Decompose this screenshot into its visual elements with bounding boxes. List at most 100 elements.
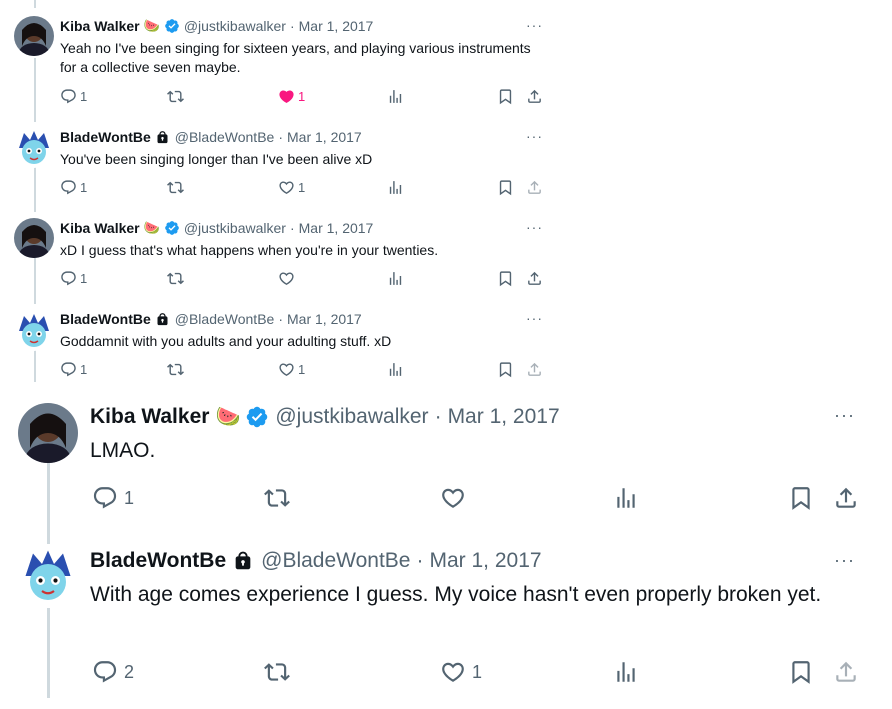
bookmark-button[interactable] [497,88,514,105]
handle[interactable]: @BladeWontBe [175,129,275,145]
retweet-button[interactable] [167,88,184,105]
display-name[interactable]: BladeWontBe [60,129,151,145]
more-options-icon[interactable]: ··· [834,550,855,571]
reply-button[interactable]: 1 [60,361,87,378]
views-button[interactable] [613,659,639,685]
retweet-button[interactable] [167,361,184,378]
handle[interactable]: @BladeWontBe [261,549,410,573]
timestamp[interactable]: Mar 1, 2017 [287,311,362,327]
timestamp[interactable]: Mar 1, 2017 [299,220,374,236]
reply-button[interactable]: 2 [92,659,134,685]
timestamp[interactable]: Mar 1, 2017 [287,129,362,145]
display-name[interactable]: BladeWontBe [90,549,226,573]
avatar[interactable] [18,403,78,463]
display-name[interactable]: Kiba Walker [60,220,140,236]
like-count: 1 [472,661,483,682]
bookmark-icon [497,179,514,196]
like-button[interactable] [440,485,466,511]
handle[interactable]: @justkibawalker [275,405,428,429]
like-button[interactable]: 1 [440,659,482,685]
bookmark-button[interactable] [788,485,814,511]
tweet[interactable]: Kiba Walker 🍉 @justkibawalker · Mar 1, 2… [0,0,892,120]
tweet[interactable]: Kiba Walker 🍉 @justkibawalker · Mar 1, 2… [0,393,892,536]
share-button[interactable] [833,485,859,511]
like-icon [440,485,466,511]
retweet-button[interactable] [167,270,184,287]
lock-icon [155,312,170,327]
like-count: 1 [298,89,306,104]
tweet[interactable]: Kiba Walker 🍉 @justkibawalker · Mar 1, 2… [0,212,892,304]
bookmark-button[interactable] [497,270,514,287]
reply-button[interactable]: 1 [60,270,87,287]
avatar[interactable] [14,16,54,56]
handle[interactable]: @justkibawalker [184,220,286,236]
like-button[interactable]: 1 [278,88,305,105]
tweet-header: BladeWontBe @BladeWontBe · Mar 1, 2017 [60,129,362,145]
watermelon-emoji: 🍉 [143,220,160,235]
more-options-icon[interactable]: ··· [526,310,543,326]
bookmark-button[interactable] [497,179,514,196]
separator: · [289,220,295,236]
avatar[interactable] [18,546,78,606]
views-button[interactable] [387,270,404,287]
avatar[interactable] [14,218,54,258]
like-icon [278,361,295,378]
more-options-icon[interactable]: ··· [526,17,543,33]
share-button[interactable] [526,179,543,196]
display-name[interactable]: BladeWontBe [60,311,151,327]
retweet-icon [264,485,290,511]
reply-icon [60,270,77,287]
like-count: 1 [298,180,306,195]
timestamp[interactable]: Mar 1, 2017 [299,18,374,34]
share-button[interactable] [526,270,543,287]
bookmark-button[interactable] [788,659,814,685]
display-name[interactable]: Kiba Walker [90,405,209,429]
like-button[interactable]: 1 [278,179,305,196]
avatar[interactable] [14,128,54,168]
handle[interactable]: @justkibawalker [184,18,286,34]
more-options-icon[interactable]: ··· [526,128,543,144]
tweet[interactable]: BladeWontBe @BladeWontBe · Mar 1, 2017 ·… [0,536,892,709]
views-button[interactable] [387,361,404,378]
reply-button[interactable]: 1 [92,485,134,511]
share-button[interactable] [526,361,543,378]
retweet-button[interactable] [264,659,290,685]
separator: · [416,549,424,572]
views-button[interactable] [613,485,639,511]
reply-button[interactable]: 1 [60,179,87,196]
tweet-text: You've been singing longer than I've bee… [60,151,373,167]
views-icon [387,179,404,196]
verified-badge-icon [164,220,180,236]
lock-icon [232,550,254,572]
retweet-button[interactable] [167,179,184,196]
tweet[interactable]: BladeWontBe @BladeWontBe · Mar 1, 2017 ·… [0,303,892,393]
avatar[interactable] [14,311,54,351]
reply-icon [60,361,77,378]
more-options-icon[interactable]: ··· [834,405,855,426]
like-button[interactable]: 1 [278,361,305,378]
reply-button[interactable]: 1 [60,88,87,105]
handle[interactable]: @BladeWontBe [175,311,275,327]
tweet-text: xD I guess that's what happens when you'… [60,242,439,258]
tweet[interactable]: BladeWontBe @BladeWontBe · Mar 1, 2017 ·… [0,120,892,212]
more-options-icon[interactable]: ··· [526,219,543,235]
retweet-icon [167,361,184,378]
retweet-button[interactable] [264,485,290,511]
bookmark-icon [497,270,514,287]
display-name[interactable]: Kiba Walker [60,18,140,34]
views-button[interactable] [387,88,404,105]
like-icon [440,659,466,685]
like-button[interactable] [278,270,295,287]
separator: · [278,311,283,327]
reply-count: 1 [80,180,88,195]
views-button[interactable] [387,179,404,196]
tweet-header: Kiba Walker 🍉 @justkibawalker · Mar 1, 2… [60,220,373,236]
timestamp[interactable]: Mar 1, 2017 [448,405,560,429]
retweet-icon [167,270,184,287]
bookmark-button[interactable] [497,361,514,378]
timestamp[interactable]: Mar 1, 2017 [429,549,541,573]
share-button[interactable] [526,88,543,105]
share-button[interactable] [833,659,859,685]
like-count: 1 [298,362,306,377]
share-icon [526,361,543,378]
